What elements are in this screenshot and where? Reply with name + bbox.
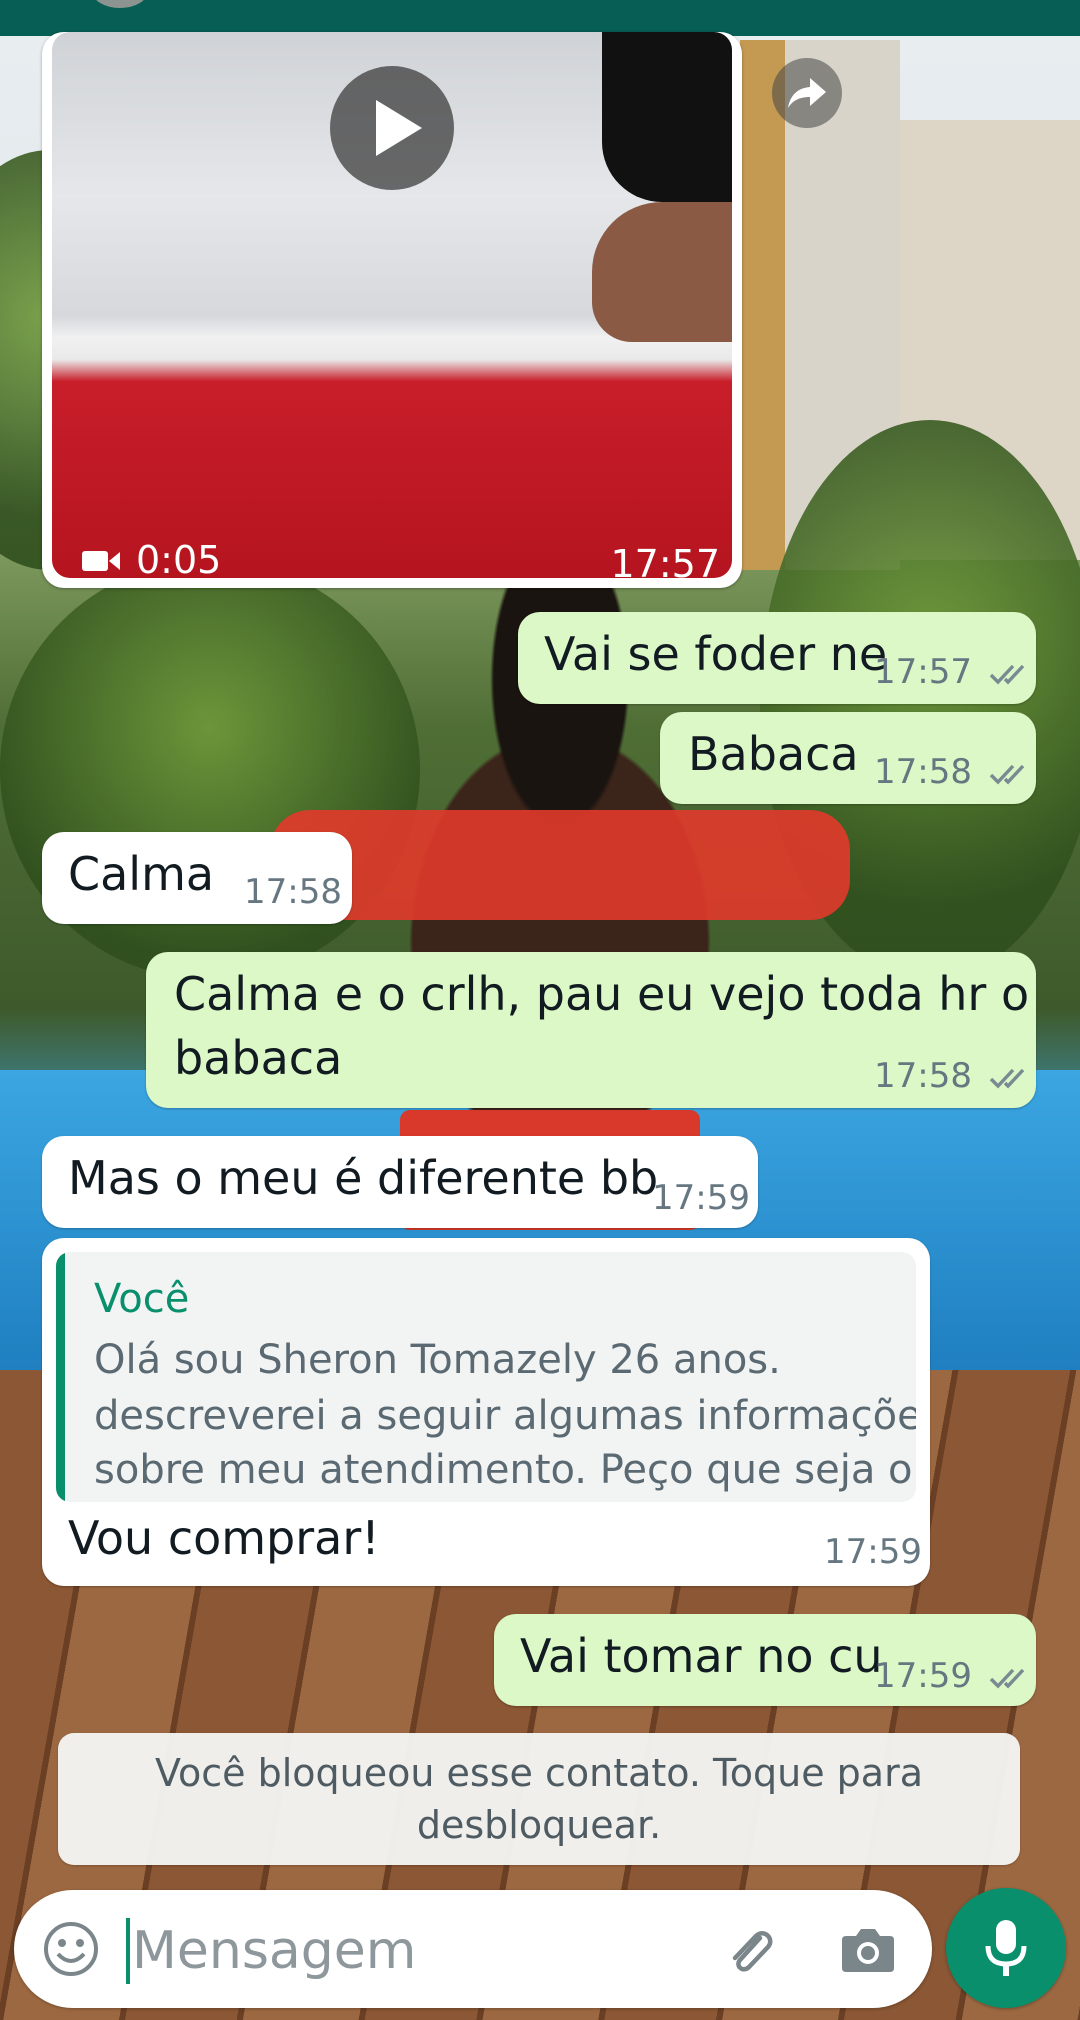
forward-icon <box>788 78 826 108</box>
quoted-message[interactable]: Você Olá sou Sheron Tomazely 26 anos. de… <box>56 1252 916 1502</box>
blocked-notice-line: Você bloqueou esse contato. Toque para <box>154 1751 924 1795</box>
forward-button[interactable] <box>772 58 842 128</box>
message-meta: 17:58 <box>874 752 1033 792</box>
incoming-message[interactable]: Você Olá sou Sheron Tomazely 26 anos. de… <box>42 1238 930 1586</box>
read-ticks-icon <box>989 1668 1025 1688</box>
video-duration: 0:05 <box>136 538 222 582</box>
message-text-line: Calma e o crlh, pau eu vejo toda hr o <box>174 967 1030 1021</box>
play-icon[interactable] <box>330 66 454 190</box>
wallpaper-red-top <box>270 810 850 920</box>
message-text: Babaca <box>688 727 859 781</box>
incoming-message[interactable]: Calma 17:58 <box>42 832 352 924</box>
thumbnail-shadow <box>602 32 732 202</box>
blocked-contact-notice[interactable]: Você bloqueou esse contato. Toque para d… <box>58 1733 1020 1865</box>
contact-avatar[interactable] <box>92 0 148 8</box>
message-meta: 17:59 <box>874 1656 1033 1696</box>
read-ticks-icon <box>989 1068 1025 1088</box>
message-text: Vai tomar no cu <box>520 1629 883 1683</box>
outgoing-message[interactable]: Vai tomar no cu 17:59 <box>494 1614 1036 1706</box>
video-camera-icon <box>82 551 120 571</box>
video-message[interactable]: 0:05 17:57 <box>42 32 742 588</box>
outgoing-message[interactable]: Calma e o crlh, pau eu vejo toda hr o ba… <box>146 952 1036 1108</box>
voice-message-button[interactable] <box>946 1888 1066 2008</box>
thumbnail-hand <box>592 202 732 342</box>
outgoing-message[interactable]: Babaca 17:58 <box>660 712 1036 804</box>
message-time: 17:59 <box>652 1178 750 1218</box>
message-time: 17:58 <box>874 752 972 792</box>
camera-icon[interactable] <box>840 1924 896 1976</box>
message-text: Calma <box>68 847 215 901</box>
quote-author: Você <box>94 1276 190 1322</box>
message-meta: 17:57 <box>874 652 1033 692</box>
message-text: Vai se foder ne <box>544 627 888 681</box>
quote-text-line: sobre meu atendimento. Peço que seja o..… <box>94 1447 916 1493</box>
message-time: 17:58 <box>244 872 342 912</box>
quote-text-line: descreverei a seguir algumas informações <box>94 1393 916 1439</box>
quote-accent-bar <box>56 1252 65 1502</box>
message-time: 17:57 <box>610 542 720 586</box>
message-time: 17:59 <box>874 1656 972 1696</box>
mic-icon <box>985 1920 1027 1976</box>
blocked-notice-line: desbloquear. <box>416 1803 662 1847</box>
message-text-line: babaca <box>174 1031 343 1085</box>
text-caret <box>126 1918 130 1984</box>
message-input-placeholder[interactable]: Mensagem <box>132 1918 416 1984</box>
message-meta: 17:58 <box>874 1056 1033 1096</box>
incoming-message[interactable]: Mas o meu é diferente bb 17:59 <box>42 1136 758 1228</box>
message-time: 17:57 <box>874 652 972 692</box>
message-time: 17:59 <box>824 1532 922 1572</box>
chat-header <box>0 0 1080 36</box>
attach-icon[interactable] <box>720 1920 780 1980</box>
message-text: Vou comprar! <box>68 1511 380 1565</box>
quote-text-line: Olá sou Sheron Tomazely 26 anos. <box>94 1337 781 1383</box>
read-ticks-icon <box>989 764 1025 784</box>
message-time: 17:58 <box>874 1056 972 1096</box>
message-text: Mas o meu é diferente bb <box>68 1151 659 1205</box>
message-composer[interactable]: Mensagem <box>14 1890 932 2008</box>
emoji-icon[interactable] <box>42 1920 100 1978</box>
outgoing-message[interactable]: Vai se foder ne 17:57 <box>518 612 1036 704</box>
read-ticks-icon <box>989 664 1025 684</box>
